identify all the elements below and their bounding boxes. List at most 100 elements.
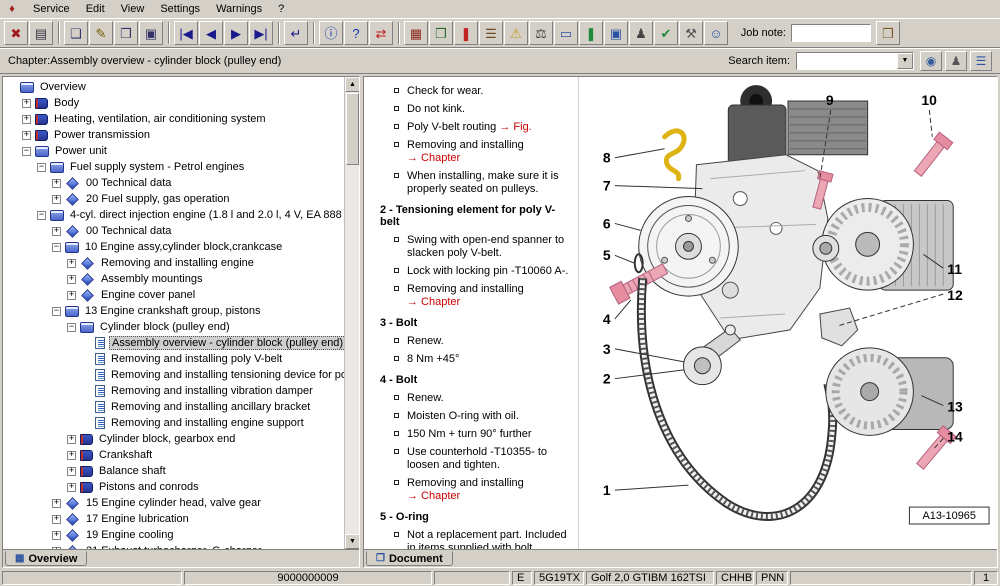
expand-icon[interactable]: + [52,226,61,236]
expand-icon[interactable]: + [67,450,76,460]
repair-manual-button[interactable]: ❚ [454,21,478,45]
info-button[interactable]: ⓘ [319,21,343,45]
collapse-icon[interactable]: − [67,322,76,332]
collapse-icon[interactable]: − [52,306,61,316]
copy-document-button[interactable]: ❐ [114,21,138,45]
tree-item[interactable]: − Fuel supply system - Petrol engines [3,159,344,175]
vehicle-button[interactable]: ▣ [604,21,628,45]
expand-icon[interactable]: + [67,466,76,476]
toc-return-button[interactable]: ↵ [284,21,308,45]
print-button[interactable]: ▤ [29,21,53,45]
menu-edit[interactable]: Edit [78,1,113,17]
checklist-button[interactable]: ✔ [654,21,678,45]
tree-item[interactable]: − Power unit [3,143,344,159]
menu-view[interactable]: View [113,1,153,17]
previous-page-button[interactable]: ◀ [199,21,223,45]
tree-item[interactable]: +17 Engine lubrication [3,511,344,527]
expand-icon[interactable]: + [67,258,76,268]
tree-item[interactable]: Assembly overview - cylinder block (pull… [3,335,344,351]
cross-reference-link[interactable]: → Chapter [407,490,524,503]
expand-icon[interactable]: + [22,130,31,140]
expand-icon[interactable]: + [52,178,61,188]
menu-help[interactable]: ? [270,1,292,17]
menu-warnings[interactable]: Warnings [208,1,270,17]
tree-item[interactable]: + Balance shaft [3,463,344,479]
document-tab[interactable]: ❒ Document [366,551,453,566]
search-combobox[interactable]: ▼ [796,51,914,70]
green-manual-button[interactable]: ❚ [579,21,603,45]
tree-item[interactable]: + Cylinder block, gearbox end [3,431,344,447]
tree-item[interactable]: Removing and installing tensioning devic… [3,367,344,383]
cross-reference-link[interactable]: → Chapter [407,152,524,165]
tree-item[interactable]: + Pistons and conrods [3,479,344,495]
first-page-button[interactable]: |◀ [174,21,198,45]
monitor-button[interactable]: ▭ [554,21,578,45]
user-help-button[interactable]: ☺ [704,21,728,45]
tree-item[interactable]: + Engine cover panel [3,287,344,303]
collapse-icon[interactable]: − [37,210,46,220]
tree-item[interactable]: + Heating, ventilation, air conditioning … [3,111,344,127]
tree-item[interactable]: +15 Engine cylinder head, valve gear [3,495,344,511]
help-button[interactable]: ? [344,21,368,45]
tree-item[interactable]: Removing and installing engine support [3,415,344,431]
exit-button[interactable]: ✖ [4,21,28,45]
collapse-icon[interactable]: − [22,146,31,156]
tree-item[interactable]: Removing and installing ancillary bracke… [3,399,344,415]
edit-document-button[interactable]: ✎ [89,21,113,45]
last-page-button[interactable]: ▶| [249,21,273,45]
job-note-button[interactable]: ❒ [876,21,900,45]
collapse-icon[interactable]: − [52,242,61,252]
tree-item[interactable]: +19 Engine cooling [3,527,344,543]
warning-notes-button[interactable]: ⚠ [504,21,528,45]
expand-icon[interactable]: + [22,98,31,108]
literature-button[interactable]: ☰ [479,21,503,45]
search-item-button[interactable]: ◉ [920,50,942,71]
update-button[interactable]: ⇄ [369,21,393,45]
expand-icon[interactable]: + [22,114,31,124]
scroll-track[interactable] [345,92,359,534]
menu-service[interactable]: Service [25,1,78,17]
cross-reference-link[interactable]: → Fig. [499,121,531,133]
contents-list-button[interactable]: ☰ [970,50,992,71]
scroll-up-button[interactable]: ▲ [345,77,359,92]
scales-button[interactable]: ⚖ [529,21,553,45]
expand-icon[interactable]: + [52,194,61,204]
tree-item[interactable]: − 13 Engine crankshaft group, pistons [3,303,344,319]
cross-reference-link[interactable]: → Chapter [407,296,524,309]
collapse-icon[interactable]: − [37,162,46,172]
menu-settings[interactable]: Settings [152,1,208,17]
expand-icon[interactable]: + [52,514,61,524]
service-cards-button[interactable]: ❒ [429,21,453,45]
expand-icon[interactable]: + [52,498,61,508]
tree-item[interactable]: − 4-cyl. direct injection engine (1.8 l a… [3,207,344,223]
expand-icon[interactable]: + [67,434,76,444]
tree-tab-overview[interactable]: ▦ Overview [5,551,88,566]
tree-item[interactable]: + Power transmission [3,127,344,143]
expand-icon[interactable]: + [67,290,76,300]
tree-item[interactable]: Removing and installing vibration damper [3,383,344,399]
next-page-button[interactable]: ▶ [224,21,248,45]
tree-item[interactable]: + Assembly mountings [3,271,344,287]
search-vehicle-button[interactable]: ♟ [945,50,967,71]
tree-item[interactable]: Removing and installing poly V-belt [3,351,344,367]
tree-item[interactable]: +00 Technical data [3,223,344,239]
vehicle-owner-button[interactable]: ♟ [629,21,653,45]
expand-icon[interactable]: + [52,530,61,540]
vehicle-document-button[interactable]: ▣ [139,21,163,45]
expand-icon[interactable]: + [67,482,76,492]
tree-item[interactable]: Overview [3,79,344,95]
tree-item[interactable]: + Removing and installing engine [3,255,344,271]
tree-item[interactable]: +20 Fuel supply, gas operation [3,191,344,207]
workshop-tools-button[interactable]: ⚒ [679,21,703,45]
scroll-thumb[interactable] [346,93,359,165]
tree-item[interactable]: +00 Technical data [3,175,344,191]
tree-item[interactable]: + Crankshaft [3,447,344,463]
search-dropdown-button[interactable]: ▼ [897,52,913,69]
new-document-button[interactable]: ❏ [64,21,88,45]
parts-catalog-button[interactable]: ▦ [404,21,428,45]
job-note-input[interactable] [791,24,871,42]
tree-item[interactable]: + Body [3,95,344,111]
tree-item[interactable]: − 10 Engine assy,cylinder block,crankcase [3,239,344,255]
scroll-down-button[interactable]: ▼ [345,534,359,549]
expand-icon[interactable]: + [67,274,76,284]
